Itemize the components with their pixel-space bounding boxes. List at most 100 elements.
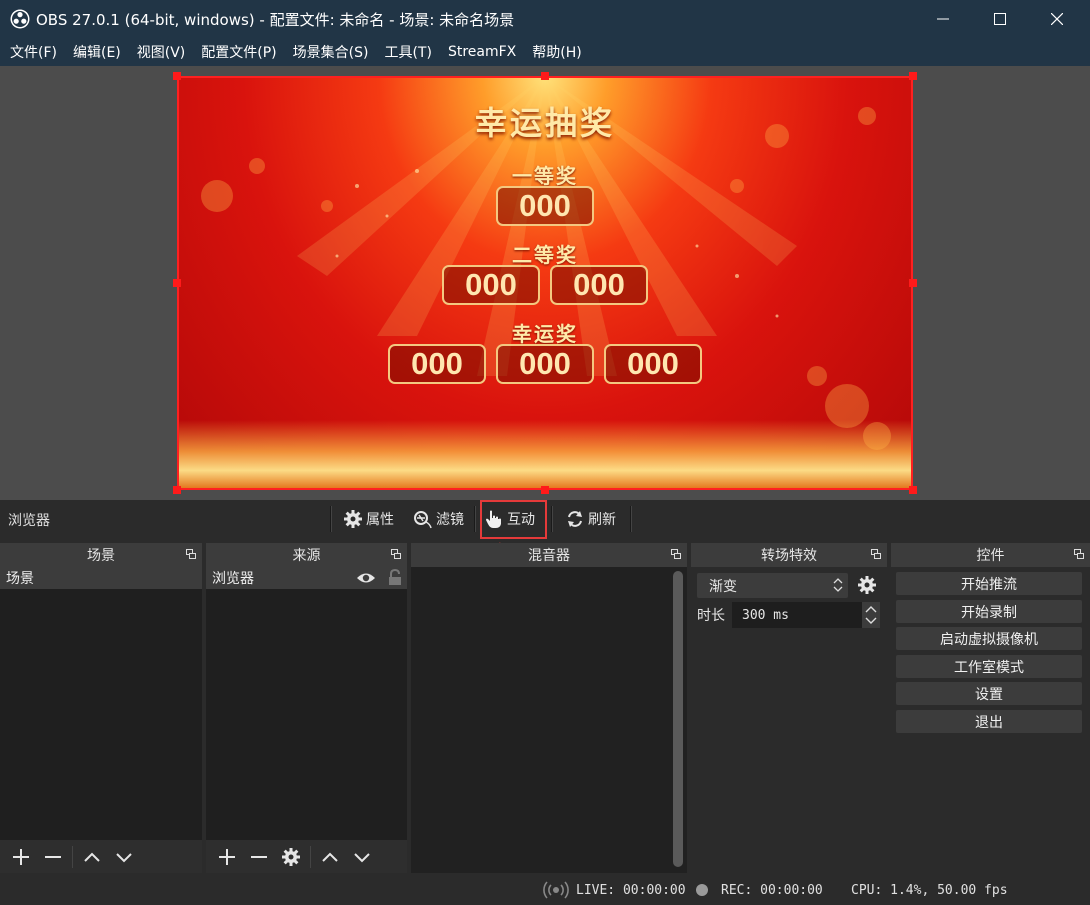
sources-footer (206, 840, 407, 873)
properties-button[interactable]: 属性 (343, 505, 394, 533)
footer-separator (72, 845, 73, 868)
mixer-header: 混音器 (411, 543, 687, 567)
maximize-button[interactable] (977, 0, 1023, 38)
prize-second-box: 000 (550, 265, 648, 305)
broadcast-icon (543, 881, 569, 899)
transition-select-value: 渐变 (709, 578, 737, 595)
chevron-up-icon (322, 852, 338, 862)
prize-second-label: 二等奖 (512, 243, 578, 267)
bottom-glow-decoration (177, 420, 913, 490)
source-item[interactable]: 浏览器 (206, 567, 407, 589)
remove-scene-button[interactable] (40, 844, 66, 870)
prize-first-label: 一等奖 (512, 164, 578, 188)
menu-scene-collection[interactable]: 场景集合(S) (285, 42, 377, 62)
start-recording-button[interactable]: 开始录制 (896, 600, 1082, 623)
controls-dock: 控件 开始推流 开始录制 启动虚拟摄像机 工作室模式 设置 退出 (891, 543, 1090, 873)
transition-properties-button[interactable] (857, 575, 877, 599)
duration-value: 300 ms (742, 607, 789, 623)
menu-file[interactable]: 文件(F) (0, 42, 65, 62)
preview-canvas[interactable]: 幸运抽奖 一等奖 000 二等奖 000 000 幸运奖 000 000 000 (177, 76, 913, 490)
studio-mode-button[interactable]: 工作室模式 (896, 655, 1082, 678)
scene-item-label: 场景 (6, 571, 34, 587)
remove-source-button[interactable] (246, 844, 272, 870)
move-scene-down-button[interactable] (111, 844, 137, 870)
prize-lucky-box: 000 (388, 344, 486, 384)
undock-icon[interactable] (671, 549, 681, 559)
resize-handle[interactable] (909, 72, 917, 80)
prize-lucky-box: 000 (496, 344, 594, 384)
resize-handle[interactable] (909, 486, 917, 494)
menu-edit[interactable]: 编辑(E) (65, 42, 129, 62)
undock-icon[interactable] (186, 549, 196, 559)
undock-icon[interactable] (391, 549, 401, 559)
duration-input[interactable]: 300 ms (732, 602, 862, 628)
interact-button[interactable]: 互动 (484, 505, 535, 533)
resize-handle[interactable] (909, 279, 917, 287)
lock-icon[interactable] (387, 569, 403, 586)
source-item-label: 浏览器 (212, 571, 254, 587)
lottery-title: 幸运抽奖 (474, 104, 615, 142)
scenes-header: 场景 (0, 543, 202, 567)
transition-select[interactable]: 渐变 (697, 573, 848, 598)
interact-label: 互动 (507, 512, 535, 528)
resize-handle[interactable] (173, 279, 181, 287)
chevron-down-icon (354, 852, 370, 862)
add-scene-button[interactable] (8, 844, 34, 870)
source-toolbar: 浏览器 属性 滤镜 互动 刷新 (0, 500, 1090, 538)
filters-button[interactable]: 滤镜 (413, 505, 464, 533)
properties-label: 属性 (366, 512, 394, 528)
move-source-up-button[interactable] (317, 844, 343, 870)
toolbar-separator (330, 506, 332, 532)
menu-view[interactable]: 视图(V) (129, 42, 194, 62)
move-scene-up-button[interactable] (79, 844, 105, 870)
resize-handle[interactable] (541, 72, 549, 80)
record-icon (696, 884, 708, 896)
toolbar-separator (551, 506, 553, 532)
mixer-scrollbar[interactable] (673, 571, 683, 867)
close-button[interactable] (1034, 0, 1080, 38)
prize-first-box: 000 (496, 186, 594, 226)
resize-handle[interactable] (173, 72, 181, 80)
close-icon (1051, 13, 1063, 25)
scenes-title: 场景 (87, 548, 115, 564)
menu-profile[interactable]: 配置文件(P) (193, 42, 284, 62)
cpu-fps: CPU: 1.4%, 50.00 fps (851, 883, 1008, 898)
settings-button[interactable]: 设置 (896, 682, 1082, 705)
refresh-icon (568, 511, 582, 527)
eye-icon[interactable] (356, 570, 376, 586)
start-virtual-camera-button[interactable]: 启动虚拟摄像机 (896, 627, 1082, 650)
minimize-button[interactable] (920, 0, 966, 38)
move-source-down-button[interactable] (349, 844, 375, 870)
mixer-title: 混音器 (528, 548, 570, 564)
duration-stepper[interactable] (862, 602, 880, 628)
source-properties-button[interactable] (278, 844, 304, 870)
selected-source-name: 浏览器 (8, 513, 50, 529)
chevron-updown-icon (833, 578, 843, 592)
menu-help[interactable]: 帮助(H) (524, 42, 589, 62)
transitions-dock: 转场特效 渐变 时长 300 ms (691, 543, 887, 873)
controls-title: 控件 (976, 548, 1005, 564)
status-bar: LIVE: 00:00:00 REC: 00:00:00 CPU: 1.4%, … (0, 875, 1090, 905)
minimize-icon (937, 18, 949, 20)
mixer-dock: 混音器 (411, 543, 687, 873)
menu-streamfx[interactable]: StreamFX (440, 44, 524, 60)
start-streaming-button[interactable]: 开始推流 (896, 572, 1082, 595)
menu-bar: 文件(F) 编辑(E) 视图(V) 配置文件(P) 场景集合(S) 工具(T) … (0, 38, 1090, 66)
mixer-body (411, 567, 687, 873)
duration-label: 时长 (697, 608, 725, 624)
add-source-button[interactable] (214, 844, 240, 870)
undock-icon[interactable] (1074, 549, 1084, 559)
sources-list: 浏览器 (206, 567, 407, 873)
undock-icon[interactable] (871, 549, 881, 559)
refresh-button[interactable]: 刷新 (565, 505, 616, 533)
sources-dock: 来源 浏览器 (206, 543, 407, 873)
exit-button[interactable]: 退出 (896, 710, 1082, 733)
minus-icon (251, 855, 267, 858)
resize-handle[interactable] (173, 486, 181, 494)
resize-handle[interactable] (541, 486, 549, 494)
menu-tools[interactable]: 工具(T) (376, 42, 439, 62)
maximize-icon (994, 13, 1006, 25)
minus-icon (45, 855, 61, 858)
scene-item[interactable]: 场景 (0, 567, 202, 589)
plus-icon (13, 848, 29, 865)
